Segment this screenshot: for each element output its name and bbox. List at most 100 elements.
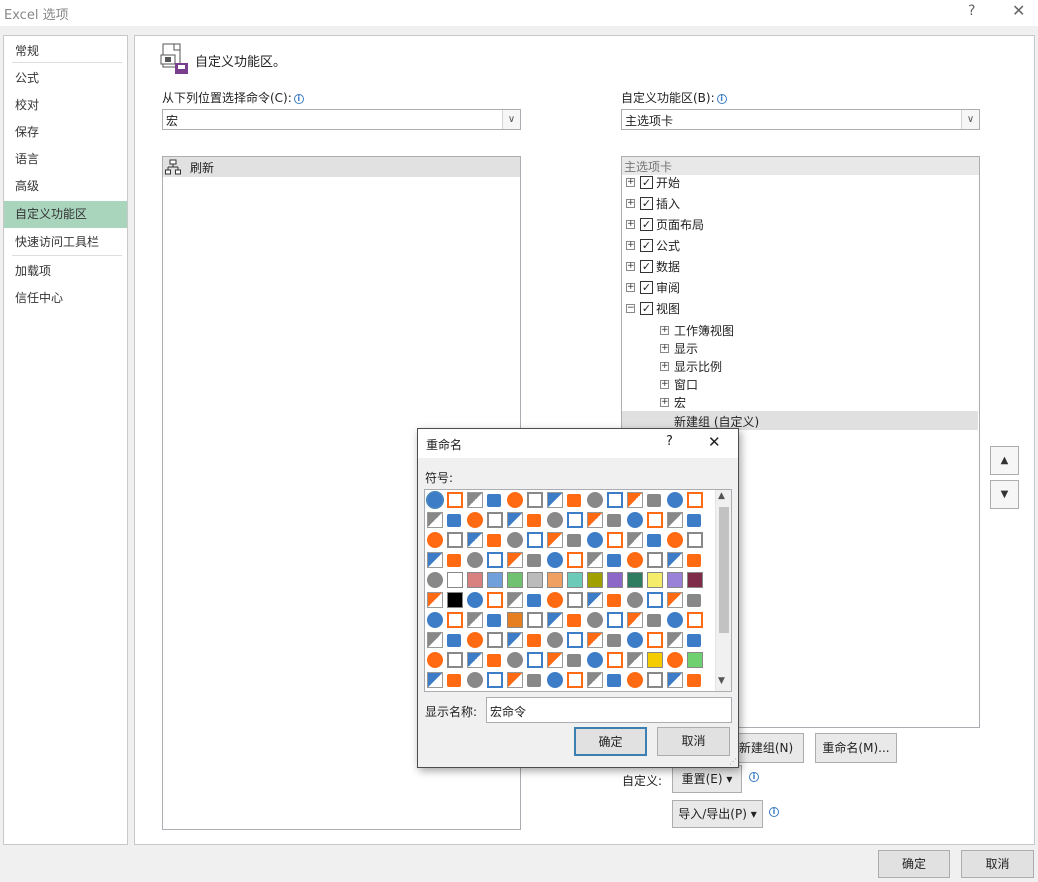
rename-button[interactable]: 重命名(M)...	[815, 733, 897, 763]
new-group-button[interactable]: 新建组(N)	[728, 733, 804, 763]
green-box-icon[interactable]	[687, 652, 703, 668]
info-icon[interactable]	[467, 492, 483, 508]
refresh-icon[interactable]	[487, 632, 503, 648]
rename-dialog-help[interactable]: ?	[666, 434, 673, 449]
checkbox[interactable]: ✓	[640, 239, 653, 252]
square-icon[interactable]	[547, 592, 563, 608]
checkbox[interactable]: ✓	[640, 281, 653, 294]
orange-block-icon[interactable]	[507, 612, 523, 628]
book-icon[interactable]	[607, 532, 623, 548]
sidebar-item[interactable]: 公式	[4, 65, 127, 92]
resize-grip-icon[interactable]: ⋰	[729, 757, 737, 766]
red-stripe-icon[interactable]	[667, 652, 683, 668]
blank-swatch-icon[interactable]	[447, 572, 463, 588]
cone-icon[interactable]	[647, 592, 663, 608]
copy-icon[interactable]	[427, 652, 443, 668]
pin-icon[interactable]	[427, 532, 443, 548]
document-icon[interactable]	[667, 492, 683, 508]
checker-icon[interactable]	[587, 592, 603, 608]
expand-icon[interactable]: +	[660, 326, 669, 335]
expand-icon[interactable]: +	[626, 262, 635, 271]
piggy-icon[interactable]	[607, 554, 621, 567]
anchor-icon[interactable]	[627, 632, 643, 648]
checkbox[interactable]: ✓	[640, 197, 653, 210]
chart-bar-icon[interactable]	[687, 594, 701, 607]
handshake-icon[interactable]	[587, 672, 603, 688]
expand-icon[interactable]: +	[660, 344, 669, 353]
tree-row[interactable]: + ✓ 开始	[622, 173, 978, 193]
bracket-icon[interactable]	[507, 632, 523, 648]
card-icon[interactable]	[587, 652, 603, 668]
scissors-icon[interactable]	[467, 672, 483, 688]
snowflake-icon[interactable]	[487, 552, 503, 568]
teal-swatch-icon[interactable]	[567, 572, 583, 588]
grid-color-icon[interactable]	[427, 572, 443, 588]
hierarchy-icon[interactable]	[426, 491, 444, 509]
calculator-icon[interactable]	[567, 552, 583, 568]
tree-row[interactable]: + ✓ 数据	[622, 257, 978, 277]
right-arrow-icon[interactable]	[667, 512, 683, 528]
microphone-icon[interactable]	[667, 532, 683, 548]
zoom-icon[interactable]	[667, 632, 683, 648]
check-icon[interactable]	[447, 634, 461, 647]
list-item[interactable]: 刷新	[163, 157, 520, 177]
expand-icon[interactable]: +	[626, 199, 635, 208]
picture-icon[interactable]	[487, 512, 503, 528]
olive-swatch-icon[interactable]	[587, 572, 603, 588]
table-icon[interactable]	[527, 532, 543, 548]
smile-icon[interactable]	[527, 554, 541, 567]
folders-icon[interactable]	[427, 512, 443, 528]
alert-icon[interactable]	[547, 492, 563, 508]
sidebar-item[interactable]: 语言	[4, 146, 127, 173]
line-icon[interactable]	[487, 672, 503, 688]
blank-icon[interactable]	[687, 634, 701, 647]
glasses-icon[interactable]	[647, 534, 661, 547]
leaf-icon[interactable]	[527, 652, 543, 668]
save-icon[interactable]	[587, 492, 603, 508]
symbol-scrollbar[interactable]: ▲ ▼	[715, 490, 731, 691]
lavender-swatch-icon[interactable]	[667, 572, 683, 588]
warning-icon[interactable]	[507, 492, 523, 508]
sidebar-item[interactable]: 自定义功能区	[4, 201, 127, 228]
home-icon[interactable]	[527, 514, 541, 527]
doc-fold-icon[interactable]	[467, 652, 483, 668]
collapse-icon[interactable]: −	[626, 304, 635, 313]
print-save-icon[interactable]	[627, 492, 643, 508]
triangle-icon[interactable]	[627, 612, 643, 628]
choose-commands-select[interactable]: 宏 ∨	[162, 109, 521, 130]
ball-icon[interactable]	[627, 552, 643, 568]
sidebar-item[interactable]: 校对	[4, 92, 127, 119]
binoculars-icon[interactable]	[547, 632, 563, 648]
dash-icon[interactable]	[687, 554, 701, 567]
dollar-icon[interactable]	[647, 552, 663, 568]
display-name-input[interactable]: 宏命令	[486, 697, 732, 723]
gray-swatch-icon[interactable]	[527, 572, 543, 588]
eye-icon[interactable]	[667, 552, 683, 568]
expand-icon[interactable]: +	[626, 241, 635, 250]
error-icon[interactable]	[447, 492, 463, 508]
form-icon[interactable]	[627, 652, 643, 668]
yellow-swatch-icon[interactable]	[647, 572, 663, 588]
checkbox[interactable]: ✓	[640, 176, 653, 189]
layout-icon[interactable]	[607, 612, 623, 628]
printer-icon[interactable]	[467, 512, 483, 528]
key-icon[interactable]	[467, 532, 483, 548]
scroll-down-icon[interactable]: ▼	[718, 676, 725, 686]
clipboard-icon[interactable]	[507, 512, 523, 528]
letter-a-icon[interactable]	[667, 612, 683, 628]
circle-icon[interactable]	[627, 592, 643, 608]
doc-blank-icon[interactable]	[567, 614, 581, 627]
filter-icon[interactable]	[567, 534, 581, 547]
shield-icon[interactable]	[567, 494, 581, 507]
user-icon[interactable]	[427, 552, 443, 568]
certificate-icon[interactable]	[687, 674, 701, 687]
search-icon[interactable]	[547, 532, 563, 548]
left-arrow-icon[interactable]	[607, 514, 621, 527]
tree-row[interactable]: + ✓ 插入	[622, 194, 978, 214]
rename-ok-button[interactable]: 确定	[574, 727, 647, 756]
checkbox[interactable]: ✓	[640, 260, 653, 273]
expand-icon[interactable]: +	[660, 398, 669, 407]
tree-row[interactable]: + ✓ 审阅	[622, 278, 978, 298]
rename-cancel-button[interactable]: 取消	[657, 727, 730, 756]
bag-icon[interactable]	[647, 632, 663, 648]
